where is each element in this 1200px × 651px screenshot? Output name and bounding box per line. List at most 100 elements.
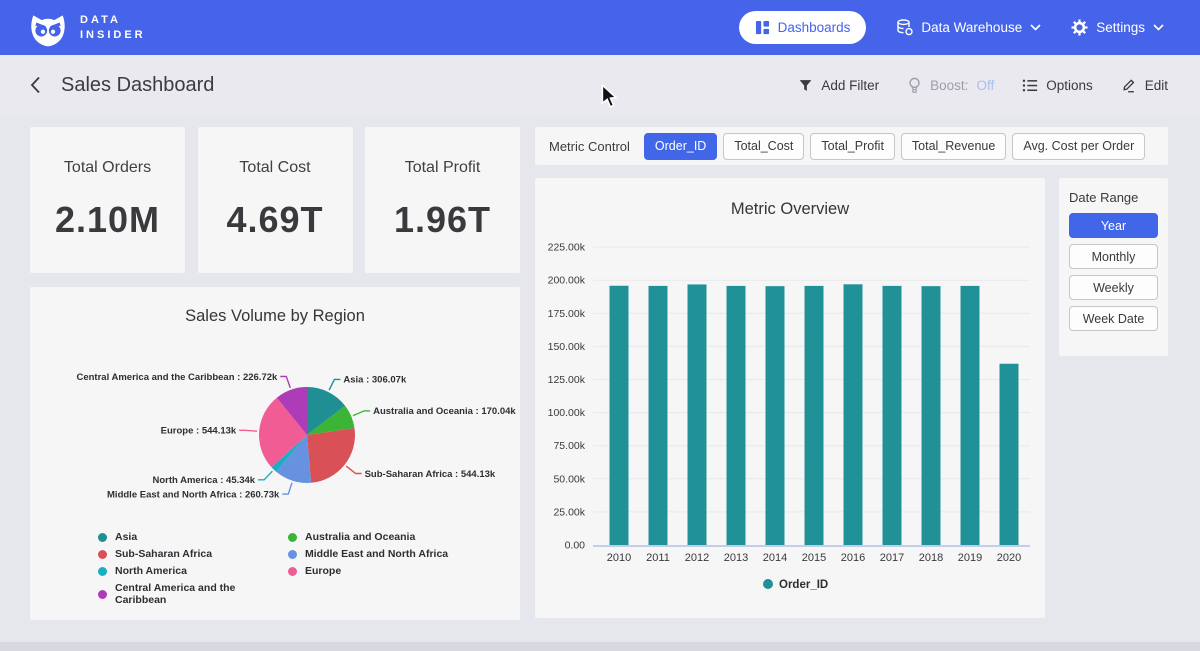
svg-text:0.00: 0.00	[565, 540, 586, 552]
page-title: Sales Dashboard	[61, 74, 214, 97]
svg-text:200.00k: 200.00k	[548, 275, 586, 287]
boost-toggle[interactable]: Boost: Off	[907, 77, 994, 94]
legend-name: Central America and the Caribbean	[115, 582, 288, 606]
pie-label-europe: Europe : 544.13k	[161, 426, 237, 437]
svg-text:2020: 2020	[997, 552, 1021, 564]
pie-label-middle-east-and-north-africa: Middle East and North Africa : 260.73k	[107, 489, 280, 500]
date-range-weekly[interactable]: Weekly	[1069, 275, 1158, 300]
options-button[interactable]: Options	[1022, 78, 1093, 93]
svg-text:2016: 2016	[841, 552, 865, 564]
settings-menu[interactable]: Settings	[1071, 19, 1164, 36]
legend-dot	[98, 533, 107, 542]
add-filter-button[interactable]: Add Filter	[798, 78, 879, 93]
svg-text:2019: 2019	[958, 552, 982, 564]
chevron-down-icon	[1153, 24, 1164, 31]
legend-item-central-america-and-the-caribbean[interactable]: Central America and the Caribbean	[98, 582, 288, 606]
bar-legend-label: Order_ID	[779, 579, 828, 591]
metric-chip-total-profit[interactable]: Total_Profit	[810, 133, 895, 160]
date-range-panel: Date Range Year Monthly Weekly Week Date	[1059, 178, 1168, 356]
legend-name: Europe	[305, 565, 341, 577]
legend-dot	[98, 567, 107, 576]
legend-item-middle-east-and-north-africa[interactable]: Middle East and North Africa	[288, 548, 448, 560]
bar-2012[interactable]	[688, 284, 707, 545]
add-filter-label: Add Filter	[821, 78, 879, 93]
bottom-edge	[0, 642, 1200, 651]
svg-text:2015: 2015	[802, 552, 826, 564]
page-header: Sales Dashboard Add Filter Boost: Off	[0, 55, 1200, 115]
svg-text:2013: 2013	[724, 552, 748, 564]
legend-dot	[288, 567, 297, 576]
bar-2013[interactable]	[727, 286, 746, 545]
bar-2017[interactable]	[883, 286, 902, 545]
sales-volume-panel: Sales Volume by Region Asia : 306.07kAus…	[30, 287, 520, 620]
kpi-card-total-profit: Total Profit 1.96T	[365, 127, 520, 273]
filter-funnel-icon	[798, 78, 813, 93]
boost-state: Off	[976, 78, 994, 93]
metric-overview-chart: Metric Overview0.0025.00k50.00k75.00k100…	[535, 178, 1045, 618]
date-range-buttons: Year Monthly Weekly Week Date	[1069, 213, 1158, 331]
legend-item-asia[interactable]: Asia	[98, 531, 288, 543]
boost-balloon-icon	[907, 77, 922, 94]
bar-2016[interactable]	[844, 284, 863, 545]
legend-dot	[98, 550, 107, 559]
svg-text:125.00k: 125.00k	[548, 374, 586, 386]
legend-item-sub-saharan-africa[interactable]: Sub-Saharan Africa	[98, 548, 288, 560]
brand-line2: INSIDER	[80, 28, 146, 43]
svg-text:2014: 2014	[763, 552, 787, 564]
kpi-value: 4.69T	[226, 199, 323, 241]
dashboard-grid-icon	[755, 20, 770, 35]
legend-item-europe[interactable]: Europe	[288, 565, 448, 577]
chevron-left-icon	[30, 76, 41, 94]
edit-button[interactable]: Edit	[1121, 77, 1168, 93]
legend-dot	[98, 590, 107, 599]
metric-overview-panel: Metric Overview0.0025.00k50.00k75.00k100…	[535, 178, 1045, 618]
bar-2019[interactable]	[961, 286, 980, 545]
bar-legend-dot	[763, 579, 773, 589]
bar-2014[interactable]	[766, 286, 785, 545]
metric-control-label: Metric Control	[549, 139, 630, 154]
pencil-edit-icon	[1121, 77, 1137, 93]
svg-text:2018: 2018	[919, 552, 943, 564]
metric-control-bar: Metric Control Order_IDTotal_CostTotal_P…	[535, 127, 1168, 165]
database-icon	[896, 19, 913, 36]
metric-chip-total-cost[interactable]: Total_Cost	[723, 133, 804, 160]
dashboards-button[interactable]: Dashboards	[739, 11, 867, 44]
date-range-monthly[interactable]: Monthly	[1069, 244, 1158, 269]
date-range-label: Date Range	[1069, 190, 1158, 205]
bar-2015[interactable]	[805, 286, 824, 545]
legend-item-australia-and-oceania[interactable]: Australia and Oceania	[288, 531, 448, 543]
legend-name: Australia and Oceania	[305, 531, 415, 543]
svg-text:2011: 2011	[646, 552, 670, 564]
metric-chip-order-id[interactable]: Order_ID	[644, 133, 717, 160]
kpi-card-total-cost: Total Cost4.69T	[198, 127, 353, 273]
svg-text:Metric Overview: Metric Overview	[731, 200, 849, 218]
brand[interactable]: DATA INSIDER	[28, 8, 146, 48]
legend-name: Middle East and North Africa	[305, 548, 448, 560]
kpi-label: Total Profit	[405, 159, 481, 177]
metric-chip-avg-cost-per-order[interactable]: Avg. Cost per Order	[1012, 133, 1145, 160]
bar-2011[interactable]	[649, 286, 668, 545]
legend-dot	[288, 533, 297, 542]
settings-label: Settings	[1096, 20, 1145, 35]
pie-label-sub-saharan-africa: Sub-Saharan Africa : 544.13k	[365, 469, 496, 480]
data-warehouse-menu[interactable]: Data Warehouse	[896, 19, 1041, 36]
back-button[interactable]	[26, 72, 45, 98]
kpi-value: 1.96T	[394, 199, 491, 241]
date-range-week-date[interactable]: Week Date	[1069, 306, 1158, 331]
owl-logo-icon	[28, 8, 68, 48]
pie-label-asia: Asia : 306.07k	[343, 375, 407, 386]
pie-slice-sub-saharan-africa[interactable]	[307, 428, 355, 483]
pie-label-australia-and-oceania: Australia and Oceania : 170.04k	[373, 406, 516, 417]
legend-item-north-america[interactable]: North America	[98, 565, 288, 577]
pie-label-north-america: North America : 45.34k	[152, 475, 255, 486]
bar-2020[interactable]	[1000, 364, 1019, 545]
boost-label: Boost:	[930, 78, 968, 93]
svg-text:50.00k: 50.00k	[553, 473, 585, 485]
svg-text:2010: 2010	[607, 552, 631, 564]
date-range-year[interactable]: Year	[1069, 213, 1158, 238]
bar-2018[interactable]	[922, 286, 941, 545]
bar-2010[interactable]	[610, 286, 629, 545]
metric-chip-total-revenue[interactable]: Total_Revenue	[901, 133, 1006, 160]
svg-text:100.00k: 100.00k	[548, 407, 586, 419]
legend-dot	[288, 550, 297, 559]
